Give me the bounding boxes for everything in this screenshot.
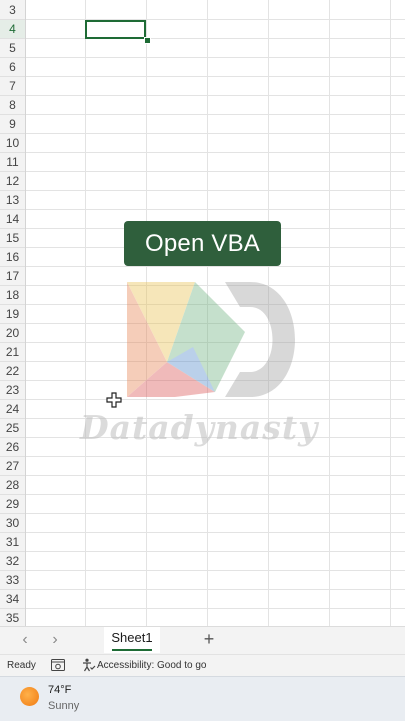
row-gridline bbox=[26, 532, 405, 533]
weather-condition[interactable]: Sunny bbox=[48, 700, 79, 712]
row-header-3[interactable]: 3 bbox=[0, 1, 25, 20]
row-gridline bbox=[26, 190, 405, 191]
row-header-26[interactable]: 26 bbox=[0, 438, 25, 457]
row-header-29[interactable]: 29 bbox=[0, 495, 25, 514]
row-headers: 3 4 5 6 7 8 9 10 11 12 13 14 15 16 17 18 19 20 21 22 23 24 25 2… bbox=[0, 0, 26, 626]
status-ready: Ready bbox=[7, 660, 36, 671]
row-header-15[interactable]: 15 bbox=[0, 229, 25, 248]
worksheet-grid[interactable]: 3 4 5 6 7 8 9 10 11 12 13 14 15 16 17 18 19 20 21 22 23 24 25 2… bbox=[0, 0, 405, 626]
row-header-31[interactable]: 31 bbox=[0, 533, 25, 552]
cell-cursor-icon bbox=[106, 392, 122, 408]
sun-weather-icon[interactable] bbox=[20, 687, 39, 706]
row-gridline bbox=[26, 266, 405, 267]
row-header-22[interactable]: 22 bbox=[0, 362, 25, 381]
row-gridline bbox=[26, 551, 405, 552]
row-header-21[interactable]: 21 bbox=[0, 343, 25, 362]
row-header-14[interactable]: 14 bbox=[0, 210, 25, 229]
row-header-17[interactable]: 17 bbox=[0, 267, 25, 286]
row-gridline bbox=[26, 209, 405, 210]
next-sheet-icon[interactable]: › bbox=[45, 629, 65, 651]
row-header-6[interactable]: 6 bbox=[0, 58, 25, 77]
row-header-19[interactable]: 19 bbox=[0, 305, 25, 324]
previous-sheet-icon[interactable]: ‹ bbox=[15, 629, 35, 651]
row-gridline bbox=[26, 38, 405, 39]
row-header-23[interactable]: 23 bbox=[0, 381, 25, 400]
row-header-12[interactable]: 12 bbox=[0, 172, 25, 191]
sheet-tab-bar: ‹ › Sheet1 + bbox=[0, 626, 405, 655]
row-header-20[interactable]: 20 bbox=[0, 324, 25, 343]
row-gridline bbox=[26, 57, 405, 58]
row-header-32[interactable]: 32 bbox=[0, 552, 25, 571]
row-header-28[interactable]: 28 bbox=[0, 476, 25, 495]
accessibility-status[interactable]: Accessibility: Good to go bbox=[97, 660, 207, 671]
fill-handle[interactable] bbox=[144, 37, 151, 44]
row-gridline bbox=[26, 494, 405, 495]
row-header-5[interactable]: 5 bbox=[0, 39, 25, 58]
row-header-35[interactable]: 35 bbox=[0, 609, 25, 626]
row-header-30[interactable]: 30 bbox=[0, 514, 25, 533]
watermark-text: Datadynasty bbox=[80, 408, 319, 447]
row-header-25[interactable]: 25 bbox=[0, 419, 25, 438]
row-header-4[interactable]: 4 bbox=[0, 20, 25, 39]
add-sheet-button[interactable]: + bbox=[198, 628, 220, 650]
selected-cell[interactable] bbox=[85, 20, 146, 39]
row-gridline bbox=[26, 114, 405, 115]
column-gridline bbox=[390, 0, 391, 626]
weather-temperature[interactable]: 74°F bbox=[48, 684, 71, 696]
row-gridline bbox=[26, 171, 405, 172]
active-tab-indicator bbox=[112, 649, 152, 651]
row-header-7[interactable]: 7 bbox=[0, 77, 25, 96]
row-header-34[interactable]: 34 bbox=[0, 590, 25, 609]
row-gridline bbox=[26, 475, 405, 476]
row-gridline bbox=[26, 133, 405, 134]
row-gridline bbox=[26, 513, 405, 514]
accessibility-icon[interactable] bbox=[82, 658, 96, 672]
row-gridline bbox=[26, 570, 405, 571]
row-header-16[interactable]: 16 bbox=[0, 248, 25, 267]
row-header-18[interactable]: 18 bbox=[0, 286, 25, 305]
row-header-33[interactable]: 33 bbox=[0, 571, 25, 590]
status-bar: Ready Accessibility: Good to go bbox=[0, 654, 405, 677]
caption-overlay: Open VBA bbox=[124, 221, 281, 266]
row-header-24[interactable]: 24 bbox=[0, 400, 25, 419]
row-header-27[interactable]: 27 bbox=[0, 457, 25, 476]
row-gridline bbox=[26, 608, 405, 609]
row-gridline bbox=[26, 19, 405, 20]
row-header-9[interactable]: 9 bbox=[0, 115, 25, 134]
row-header-13[interactable]: 13 bbox=[0, 191, 25, 210]
row-gridline bbox=[26, 152, 405, 153]
row-gridline bbox=[26, 95, 405, 96]
row-header-11[interactable]: 11 bbox=[0, 153, 25, 172]
windows-taskbar: 74°F Sunny bbox=[0, 676, 405, 721]
row-gridline bbox=[26, 76, 405, 77]
row-header-8[interactable]: 8 bbox=[0, 96, 25, 115]
row-gridline bbox=[26, 589, 405, 590]
row-header-10[interactable]: 10 bbox=[0, 134, 25, 153]
macro-recording-icon[interactable] bbox=[51, 659, 65, 671]
